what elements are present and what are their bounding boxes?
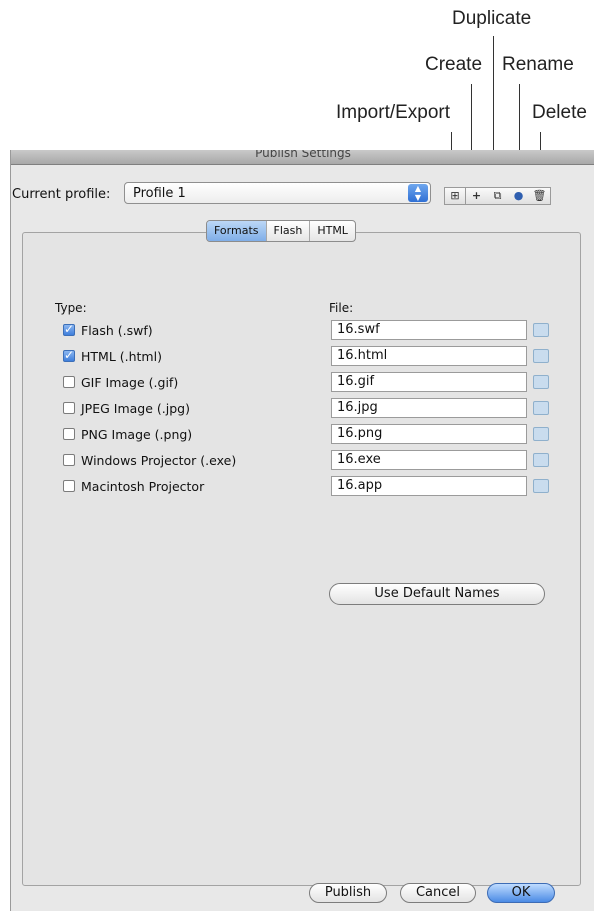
format-row-jpeg[interactable]: JPEG Image (.jpg)	[63, 400, 190, 416]
settings-tabs: Formats Flash HTML	[206, 220, 356, 242]
window-titlebar: Publish Settings	[11, 150, 594, 165]
folder-icon[interactable]	[533, 349, 549, 363]
delete-profile-button[interactable]: 🗑	[529, 187, 551, 205]
format-label-html: HTML (.html)	[81, 348, 162, 364]
type-column-header: Type:	[55, 301, 87, 315]
checkbox-png[interactable]	[63, 428, 75, 440]
callout-duplicate: Duplicate	[452, 8, 532, 29]
checkbox-flash[interactable]	[63, 322, 75, 336]
duplicate-profile-button[interactable]: ⧉	[487, 187, 509, 205]
checkbox-gif[interactable]	[63, 376, 75, 388]
folder-icon[interactable]	[533, 479, 549, 493]
format-label-mac-projector: Macintosh Projector	[81, 478, 205, 494]
file-column-header: File:	[329, 301, 354, 315]
file-field-flash[interactable]: 16.swf	[331, 320, 527, 340]
format-row-gif[interactable]: GIF Image (.gif)	[63, 374, 178, 390]
tab-html[interactable]: HTML	[310, 221, 355, 241]
file-field-png[interactable]: 16.png	[331, 424, 527, 444]
ok-button[interactable]: OK	[487, 883, 555, 903]
format-label-jpeg: JPEG Image (.jpg)	[81, 400, 190, 416]
duplicate-icon: ⧉	[493, 189, 502, 202]
format-row-windows-projector[interactable]: Windows Projector (.exe)	[63, 452, 236, 468]
trash-icon: 🗑	[532, 189, 547, 202]
current-profile-value: Profile 1	[133, 186, 186, 201]
format-row-png[interactable]: PNG Image (.png)	[63, 426, 192, 442]
callout-import-export: Import/Export	[336, 102, 451, 123]
publish-button[interactable]: Publish	[309, 883, 387, 903]
folder-icon[interactable]	[533, 375, 549, 389]
format-label-gif: GIF Image (.gif)	[81, 374, 179, 390]
folder-icon[interactable]	[533, 453, 549, 467]
rename-profile-button[interactable]: ●	[508, 187, 530, 205]
format-row-html[interactable]: HTML (.html)	[63, 348, 162, 364]
create-profile-button[interactable]: +	[466, 187, 488, 205]
checkbox-html[interactable]	[63, 348, 75, 362]
file-field-jpeg[interactable]: 16.jpg	[331, 398, 527, 418]
folder-icon[interactable]	[533, 323, 549, 337]
format-label-flash: Flash (.swf)	[81, 322, 153, 338]
publish-settings-window: Publish Settings Current profile: Profil…	[10, 150, 594, 911]
file-field-gif[interactable]: 16.gif	[331, 372, 527, 392]
import-export-button[interactable]: ⊞	[444, 187, 466, 205]
callout-delete: Delete	[532, 102, 587, 123]
select-arrows-icon: ▲ ▼	[408, 184, 428, 202]
callout-create: Create	[425, 54, 483, 75]
format-label-windows-projector: Windows Projector (.exe)	[81, 452, 237, 468]
plus-icon: +	[471, 189, 482, 202]
current-profile-select[interactable]: Profile 1 ▲ ▼	[124, 182, 431, 204]
format-row-mac-projector[interactable]: Macintosh Projector	[63, 478, 204, 494]
checkbox-mac-projector[interactable]	[63, 480, 75, 492]
tab-flash[interactable]: Flash	[267, 221, 311, 241]
file-field-html[interactable]: 16.html	[331, 346, 527, 366]
use-default-names-button[interactable]: Use Default Names	[329, 583, 545, 605]
current-profile-label: Current profile:	[12, 187, 111, 202]
checkbox-windows-projector[interactable]	[63, 454, 75, 466]
format-label-png: PNG Image (.png)	[81, 426, 193, 442]
format-row-flash[interactable]: Flash (.swf)	[63, 322, 153, 338]
file-field-mac-projector[interactable]: 16.app	[331, 476, 527, 496]
info-icon: ●	[513, 189, 524, 202]
callout-rename: Rename	[502, 54, 574, 75]
tab-formats[interactable]: Formats	[207, 221, 267, 241]
file-field-windows-projector[interactable]: 16.exe	[331, 450, 527, 470]
import-export-icon: ⊞	[450, 189, 460, 202]
folder-icon[interactable]	[533, 401, 549, 415]
folder-icon[interactable]	[533, 427, 549, 441]
checkbox-jpeg[interactable]	[63, 402, 75, 414]
window-title: Publish Settings	[255, 150, 351, 160]
cancel-button[interactable]: Cancel	[400, 883, 476, 903]
